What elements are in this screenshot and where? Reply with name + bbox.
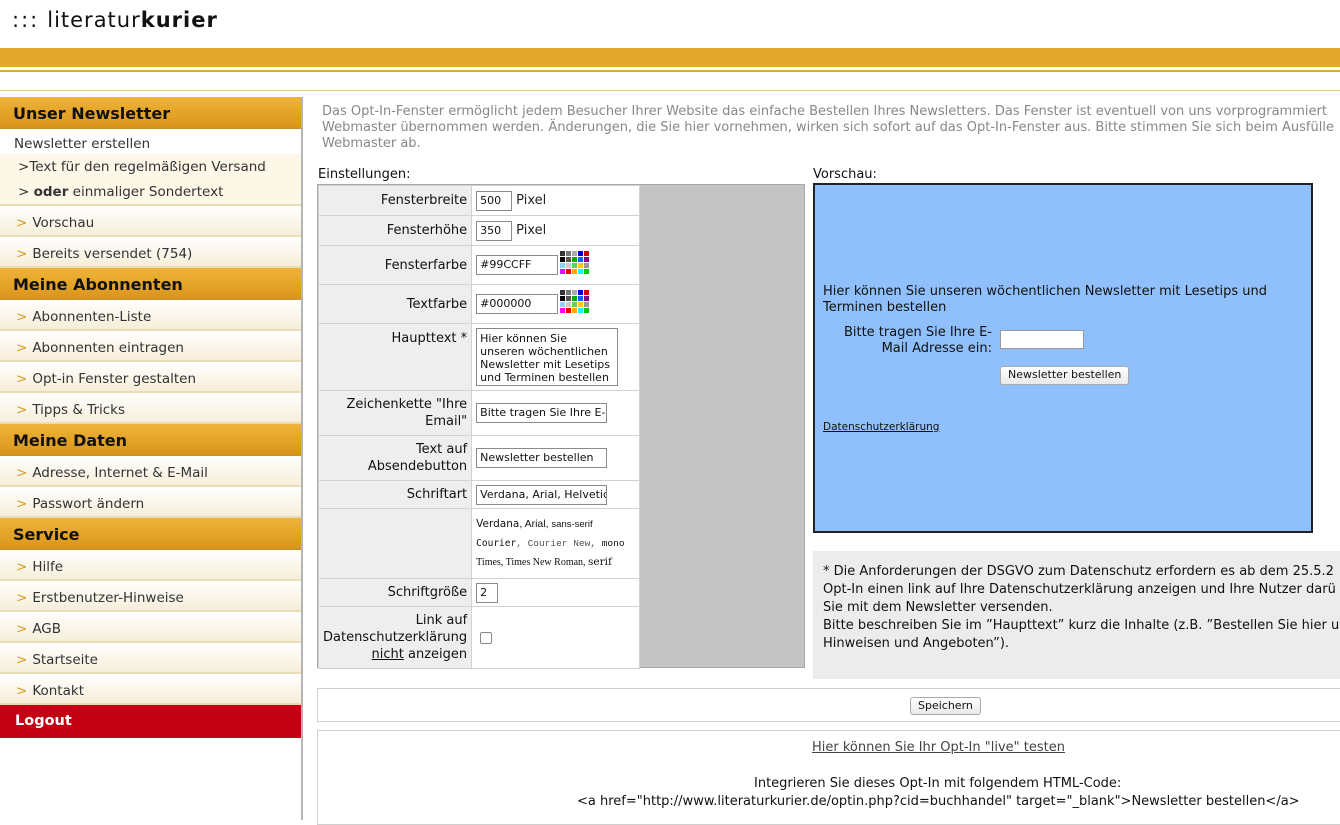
live-test-link[interactable]: Hier können Sie Ihr Opt-In "live" testen: [812, 740, 1065, 755]
chevron-right-icon: >: [16, 309, 28, 325]
window-height-input[interactable]: 350: [476, 220, 513, 241]
sidebar-section-my-data: Meine Daten: [0, 424, 301, 456]
chevron-right-icon: >: [16, 559, 28, 575]
sidebar-item-address[interactable]: > Adresse, Internet & E-Mail: [0, 456, 301, 487]
sidebar-item-subscriber-list[interactable]: > Abonnenten-Liste: [0, 300, 301, 331]
width-label: Fensterbreite: [317, 185, 473, 216]
html-code-snippet: <a href="http://www.literaturkurier.de/o…: [577, 794, 1300, 809]
save-row: Speichern: [317, 688, 1340, 722]
text-color-input[interactable]: #000000: [476, 294, 559, 314]
site-logo[interactable]: ::: literaturkurier: [12, 8, 218, 32]
logout-button[interactable]: Logout: [0, 705, 301, 738]
preview-main-text: Hier können Sie unseren wöchentlichen Ne…: [823, 284, 1267, 315]
window-width-input[interactable]: 500: [476, 190, 513, 211]
chevron-right-icon: >: [16, 590, 28, 606]
chevron-right-icon: >: [16, 465, 28, 481]
font-demo-label: [317, 508, 473, 579]
button-text-input[interactable]: Newsletter bestellen: [476, 448, 608, 468]
settings-panel: Fensterbreite 500 Pixel Fensterhöhe 350 Pi…: [317, 184, 805, 669]
integration-text: Integrieren Sie dieses Opt-In mit folgen…: [754, 776, 1122, 791]
chevron-right-icon: >: [16, 371, 28, 387]
fontsize-label: Schriftgröße: [317, 578, 473, 607]
sidebar-item-first-user[interactable]: > Erstbenutzer-Hinweise: [0, 581, 301, 612]
color-palette-icon[interactable]: [560, 290, 590, 318]
header-gold-line: [0, 70, 1340, 72]
chevron-right-icon: >: [16, 402, 28, 418]
sidebar-item-create-newsletter[interactable]: Newsletter erstellen: [0, 129, 301, 154]
chevron-right-icon: >: [16, 246, 28, 262]
chevron-right-icon: >: [18, 184, 30, 200]
preview-privacy-link[interactable]: Datenschutzerklärung: [823, 421, 939, 433]
font-option-sans[interactable]: Verdana, Arial, sans-serif: [476, 515, 635, 534]
intro-text: Das Opt-In-Fenster ermöglicht jedem Besu…: [322, 104, 1334, 151]
integration-box: Hier können Sie Ihr Opt-In "live" testen…: [317, 730, 1340, 825]
sidebar-item-contact[interactable]: > Kontakt: [0, 674, 301, 705]
window-color-input[interactable]: #99CCFF: [476, 255, 559, 275]
sidebar: Unser Newsletter Newsletter erstellen >T…: [0, 97, 303, 820]
chevron-right-icon: >: [16, 621, 28, 637]
settings-heading: Einstellungen:: [318, 167, 411, 182]
header-gold-line-thin: [0, 90, 1340, 91]
sidebar-item-optin-design[interactable]: > Opt-in Fenster gestalten: [0, 362, 301, 393]
logo-part1: literatur: [47, 8, 141, 32]
save-button[interactable]: Speichern: [910, 697, 981, 715]
sidebar-item-home[interactable]: > Startseite: [0, 643, 301, 674]
chevron-right-icon: >: [16, 683, 28, 699]
privacy-label: Link auf Datenschutzerklärung nicht anzeig…: [317, 606, 473, 669]
header-gold-bar: [0, 48, 1340, 67]
gdpr-notice: * Die Anforderungen der DSGVO zum Datens…: [813, 551, 1340, 679]
sidebar-item-agb[interactable]: > AGB: [0, 612, 301, 643]
preview-email-input[interactable]: [1000, 330, 1084, 349]
chevron-right-icon: >: [16, 215, 28, 231]
sidebar-item-help[interactable]: > Hilfe: [0, 550, 301, 581]
font-option-serif[interactable]: Times, Times New Roman, serif: [476, 553, 635, 572]
button-text-label: Text auf Absendebutton: [317, 435, 473, 481]
sidebar-section-newsletter: Unser Newsletter: [0, 97, 301, 129]
sidebar-item-sent[interactable]: > Bereits versendet (754): [0, 237, 301, 268]
sidebar-item-password[interactable]: > Passwort ändern: [0, 487, 301, 518]
privacy-link-checkbox[interactable]: [480, 631, 493, 644]
bgcolor-label: Fensterfarbe: [317, 245, 473, 285]
pixel-unit: Pixel: [516, 193, 547, 208]
logo-dots: :::: [12, 8, 40, 32]
color-palette-icon[interactable]: [560, 251, 590, 279]
main-text-textarea[interactable]: Hier können Sie unseren wöchentlichen Ne…: [476, 328, 619, 386]
sidebar-item-preview[interactable]: > Vorschau: [0, 206, 301, 237]
sidebar-section-service: Service: [0, 518, 301, 550]
optin-preview: Hier können Sie unseren wöchentlichen Ne…: [813, 183, 1313, 533]
email-string-label: Zeichenkette "Ihre Email": [317, 390, 473, 436]
chevron-right-icon: >: [18, 159, 30, 175]
sidebar-section-subscribers: Meine Abonnenten: [0, 268, 301, 300]
email-string-input[interactable]: Bitte tragen Sie Ihre E-Ma: [476, 403, 608, 423]
sidebar-item-regular-text[interactable]: >Text für den regelmäßigen Versand: [0, 154, 301, 179]
font-size-input[interactable]: 2: [476, 582, 499, 603]
font-options: Verdana, Arial, sans-serif Courier, Cour…: [476, 511, 635, 576]
logo-part2: kurier: [140, 8, 218, 32]
font-label: Schriftart: [317, 480, 473, 509]
maintext-label: Haupttext *: [317, 323, 473, 391]
chevron-right-icon: >: [16, 496, 28, 512]
font-family-input[interactable]: Verdana, Arial, Helvetica: [476, 484, 608, 505]
font-option-mono[interactable]: Courier, Courier New, mono: [476, 534, 635, 553]
sidebar-item-add-subscribers[interactable]: > Abonnenten eintragen: [0, 331, 301, 362]
settings-table: Fensterbreite 500 Pixel Fensterhöhe 350 Pi…: [317, 185, 641, 669]
textcolor-label: Textfarbe: [317, 284, 473, 324]
sidebar-item-special-text[interactable]: > oder einmaliger Sondertext: [0, 179, 301, 206]
sidebar-item-tips[interactable]: > Tipps & Tricks: [0, 393, 301, 424]
pixel-unit: Pixel: [516, 223, 547, 238]
preview-email-label: Bitte tragen Sie Ihre E-Mail Adresse ein…: [843, 325, 992, 356]
chevron-right-icon: >: [16, 340, 28, 356]
preview-heading: Vorschau:: [813, 167, 877, 182]
height-label: Fensterhöhe: [317, 215, 473, 246]
preview-subscribe-button[interactable]: Newsletter bestellen: [1000, 366, 1130, 385]
chevron-right-icon: >: [16, 652, 28, 668]
